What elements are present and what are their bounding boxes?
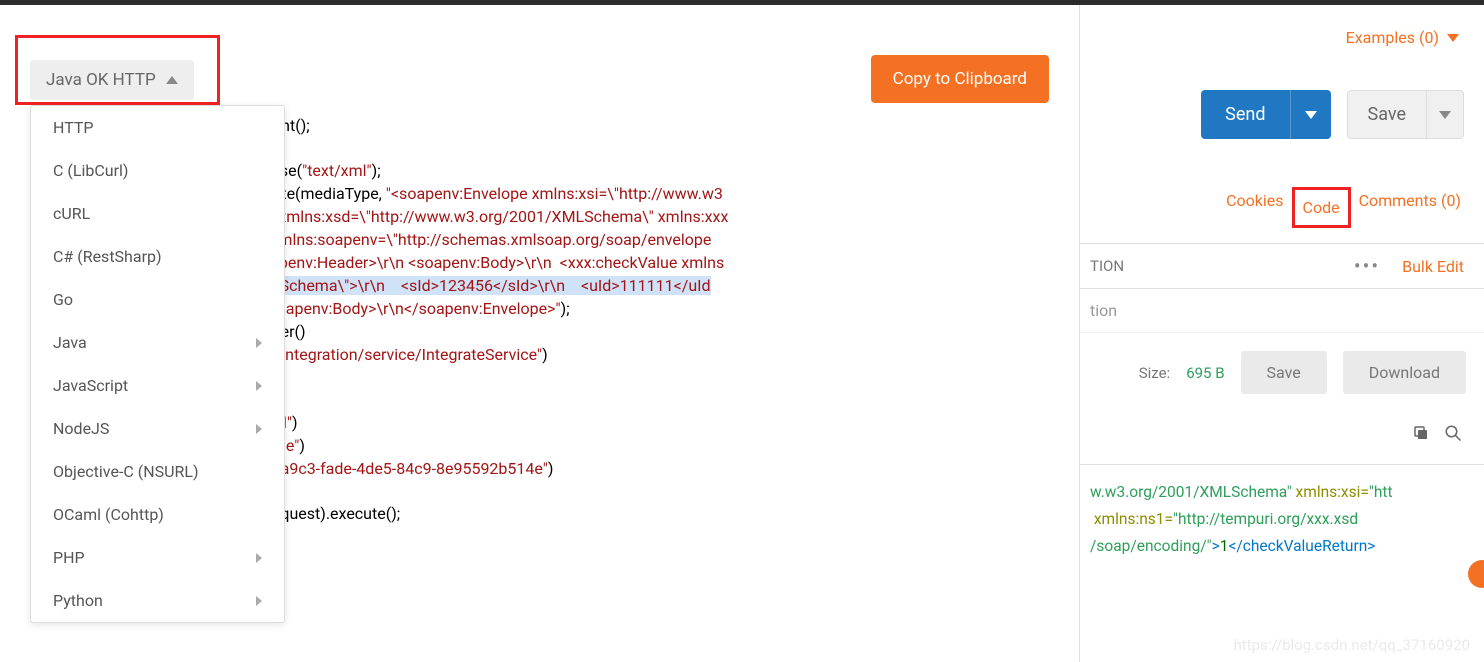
chevron-right-icon (256, 596, 262, 606)
response-meta-row: Size: 695 B Save Download (1080, 333, 1484, 412)
caret-up-icon (166, 76, 178, 84)
language-option[interactable]: Objective-C (NSURL) (31, 450, 284, 493)
download-button[interactable]: Download (1343, 351, 1466, 394)
size-value: 695 B (1186, 364, 1224, 382)
chevron-right-icon (256, 381, 262, 391)
chevron-right-icon (256, 338, 262, 348)
copy-to-clipboard-button[interactable]: Copy to Clipboard (871, 55, 1049, 103)
language-option[interactable]: cURL (31, 192, 284, 235)
language-option[interactable]: C (LibCurl) (31, 149, 284, 192)
table-header-row: TION ••• Bulk Edit (1080, 243, 1484, 289)
chevron-right-icon (256, 553, 262, 563)
more-options-icon[interactable]: ••• (1354, 254, 1380, 278)
response-toolbar (1080, 412, 1484, 454)
caret-down-icon (1447, 34, 1459, 42)
language-dropdown: HTTP C (LibCurl) cURL C# (RestSharp) Go Java J… (30, 105, 285, 623)
send-button[interactable]: Send (1201, 90, 1289, 139)
save-button[interactable]: Save (1347, 90, 1428, 139)
code-snippet-panel: Java OK HTTP Copy to Clipboard t = new O… (0, 5, 1080, 662)
language-option-label: NodeJS (53, 419, 109, 438)
cookies-link[interactable]: Cookies (1218, 187, 1291, 228)
language-option[interactable]: JavaScript (31, 364, 284, 407)
language-option-label: Go (53, 290, 73, 309)
comments-link[interactable]: Comments (0) (1351, 187, 1469, 228)
language-option-label: Objective-C (NSURL) (53, 462, 199, 481)
watermark: https://blog.csdn.net/qq_37160920 (1234, 636, 1471, 654)
chevron-right-icon (256, 424, 262, 434)
copy-icon[interactable] (1412, 424, 1430, 442)
language-option[interactable]: HTTP (31, 106, 284, 149)
response-body: w.w3.org/2001/XMLSchema" xmlns:xsi="htt … (1080, 464, 1484, 574)
request-panel: Examples (0) Send Save Cookies Code Comm… (1080, 5, 1484, 662)
request-links-row: Cookies Code Comments (0) (1080, 159, 1484, 243)
size-label: Size: (1139, 364, 1170, 382)
examples-link[interactable]: Examples (0) (1341, 13, 1464, 62)
save-response-button[interactable]: Save (1241, 351, 1327, 394)
language-option-label: OCaml (Cohttp) (53, 505, 164, 524)
language-option-label: Java (53, 333, 87, 352)
language-option[interactable]: C# (RestSharp) (31, 235, 284, 278)
language-option-label: cURL (53, 204, 90, 223)
language-option[interactable]: Python (31, 579, 284, 622)
caret-down-icon (1305, 111, 1317, 119)
send-dropdown-button[interactable] (1290, 90, 1331, 139)
header-text-fragment: TION (1090, 257, 1124, 275)
language-option[interactable]: PHP (31, 536, 284, 579)
language-option-label: PHP (53, 548, 85, 567)
language-selector[interactable]: Java OK HTTP (30, 60, 194, 100)
language-option[interactable]: OCaml (Cohttp) (31, 493, 284, 536)
caret-down-icon (1439, 111, 1451, 119)
search-icon[interactable] (1444, 424, 1462, 442)
language-option-label: C# (RestSharp) (53, 247, 162, 266)
language-selector-label: Java OK HTTP (46, 70, 156, 90)
examples-row: Examples (0) (1080, 5, 1484, 70)
bulk-edit-link[interactable]: Bulk Edit (1402, 257, 1464, 276)
language-option[interactable]: Java (31, 321, 284, 364)
placeholder-text-fragment: tion (1080, 289, 1484, 333)
send-button-group: Send (1201, 90, 1330, 139)
language-option-label: HTTP (53, 118, 94, 137)
action-buttons-row: Send Save (1080, 70, 1484, 159)
language-option[interactable]: NodeJS (31, 407, 284, 450)
language-option-label: JavaScript (53, 376, 128, 395)
language-option-label: C (LibCurl) (53, 161, 128, 180)
language-option[interactable]: Go (31, 278, 284, 321)
code-link[interactable]: Code (1292, 187, 1351, 228)
language-option-label: Python (53, 591, 103, 610)
save-button-group: Save (1347, 90, 1465, 139)
save-dropdown-button[interactable] (1427, 90, 1464, 139)
